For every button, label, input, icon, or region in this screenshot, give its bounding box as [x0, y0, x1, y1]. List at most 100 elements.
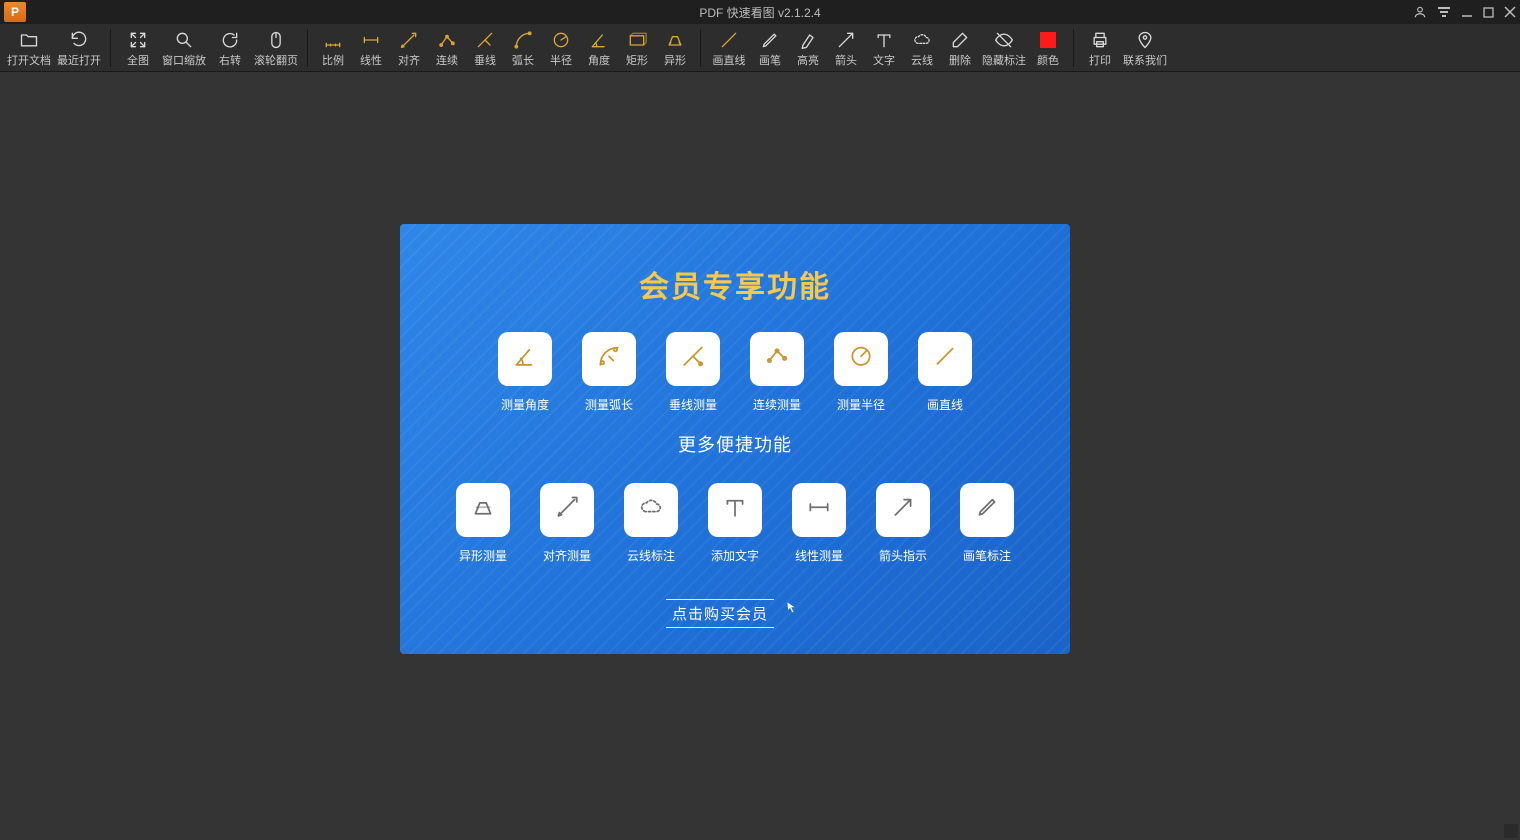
toolbar: 打开文档最近打开 全图窗口缩放右转 滚轮翻页 比例 线性 对齐连续垂线弧长半径角度 矩形 异形…	[0, 24, 1520, 72]
toolbar-pencil[interactable]: 画笔	[751, 24, 789, 72]
p-linear-icon	[792, 483, 846, 537]
toolbar-linear[interactable]: 线性	[352, 24, 390, 72]
hl-icon	[796, 28, 820, 52]
promo-title: 会员专享功能	[400, 224, 1070, 306]
toolbar-arc[interactable]: 弧长	[504, 24, 542, 72]
vip-promo-panel: 会员专享功能 测量角度 测量弧长 垂线测量 连续测量 测量半径 画直线 更多便捷功能 异形…	[400, 224, 1070, 654]
toolbar-label: 矩形	[626, 56, 648, 67]
toolbar-label: 高亮	[797, 56, 819, 67]
promo-row-more: 异形测量 对齐测量 云线标注添加文字线性测量 箭头指示画笔标注	[400, 483, 1070, 564]
promo-subtitle: 更多便捷功能	[400, 431, 1070, 457]
p-align-icon	[540, 483, 594, 537]
promo-tile-p-angle[interactable]: 测量角度	[498, 332, 552, 413]
toolbar-open-file[interactable]: 打开文档	[4, 24, 54, 72]
p-radius-icon	[834, 332, 888, 386]
toolbar-perp[interactable]: 垂线	[466, 24, 504, 72]
promo-tile-p-radius[interactable]: 测量半径	[834, 332, 888, 413]
toolbar-full-view[interactable]: 全图	[117, 24, 159, 72]
app-logo: P	[4, 2, 26, 22]
cont-icon	[435, 28, 459, 52]
toolbar-contact[interactable]: 联系我们	[1120, 24, 1170, 72]
toolbar-arrow[interactable]: 箭头	[827, 24, 865, 72]
promo-tile-p-cont[interactable]: 连续测量	[750, 332, 804, 413]
promo-tile-p-align[interactable]: 对齐测量	[540, 483, 594, 564]
toolbar-irregular[interactable]: 异形	[656, 24, 694, 72]
toolbar-label: 箭头	[835, 56, 857, 67]
toolbar-label: 颜色	[1037, 56, 1059, 67]
toolbar-radius[interactable]: 半径	[542, 24, 580, 72]
p-cloud-icon	[624, 483, 678, 537]
toolbar-label: 打印	[1089, 56, 1111, 67]
toolbar-print[interactable]: 打印	[1080, 24, 1120, 72]
toolbar-text[interactable]: 文字	[865, 24, 903, 72]
user-icon[interactable]	[1413, 5, 1427, 19]
promo-tile-label: 垂线测量	[669, 396, 717, 413]
scale-icon	[321, 28, 345, 52]
promo-tile-label: 线性测量	[795, 547, 843, 564]
toolbar-hide-annot[interactable]: 隐藏标注	[979, 24, 1029, 72]
toolbar-separator	[700, 29, 701, 67]
toolbar-label: 线性	[360, 56, 382, 67]
promo-tile-p-perp[interactable]: 垂线测量	[666, 332, 720, 413]
toolbar-highlight[interactable]: 高亮	[789, 24, 827, 72]
toolbar-label: 最近打开	[57, 56, 101, 67]
promo-tile-p-cloud[interactable]: 云线标注	[624, 483, 678, 564]
arc-icon	[511, 28, 535, 52]
toolbar-delete[interactable]: 删除	[941, 24, 979, 72]
toolbar-label: 角度	[588, 56, 610, 67]
rect-icon	[625, 28, 649, 52]
toolbar-rotate-right[interactable]: 右转	[209, 24, 251, 72]
toolbar-label: 全图	[127, 56, 149, 67]
close-button[interactable]	[1504, 6, 1516, 18]
toolbar-label: 异形	[664, 56, 686, 67]
promo-tile-label: 测量半径	[837, 396, 885, 413]
toolbar-zoom-window[interactable]: 窗口缩放	[159, 24, 209, 72]
angle-icon	[587, 28, 611, 52]
promo-tile-label: 测量弧长	[585, 396, 633, 413]
toolbar-label: 对齐	[398, 56, 420, 67]
toolbar-label: 垂线	[474, 56, 496, 67]
promo-tile-label: 对齐测量	[543, 547, 591, 564]
minimize-button[interactable]	[1461, 6, 1473, 18]
promo-tile-p-text[interactable]: 添加文字	[708, 483, 762, 564]
promo-row-vip: 测量角度 测量弧长 垂线测量 连续测量 测量半径 画直线	[400, 332, 1070, 413]
menu-icon[interactable]	[1437, 7, 1451, 17]
promo-tile-p-irreg[interactable]: 异形测量	[456, 483, 510, 564]
pencil-icon	[758, 28, 782, 52]
promo-tile-p-pencil[interactable]: 画笔标注	[960, 483, 1014, 564]
toolbar-angle[interactable]: 角度	[580, 24, 618, 72]
p-arrow-icon	[876, 483, 930, 537]
toolbar-rect[interactable]: 矩形	[618, 24, 656, 72]
toolbar-cloud[interactable]: 云线	[903, 24, 941, 72]
p-angle-icon	[498, 332, 552, 386]
toolbar-separator	[1073, 29, 1074, 67]
irreg-icon	[663, 28, 687, 52]
toolbar-label: 打开文档	[7, 56, 51, 67]
toolbar-line[interactable]: 画直线	[707, 24, 751, 72]
toolbar-label: 滚轮翻页	[254, 56, 298, 67]
promo-tile-p-arrow[interactable]: 箭头指示	[876, 483, 930, 564]
magnify-icon	[172, 28, 196, 52]
toolbar-label: 画直线	[713, 56, 746, 67]
promo-tile-label: 测量角度	[501, 396, 549, 413]
promo-tile-p-arc[interactable]: 测量弧长	[582, 332, 636, 413]
toolbar-wheel-page[interactable]: 滚轮翻页	[251, 24, 301, 72]
promo-tile-p-linear[interactable]: 线性测量	[792, 483, 846, 564]
p-arc-icon	[582, 332, 636, 386]
toolbar-label: 联系我们	[1123, 56, 1167, 67]
promo-tile-label: 连续测量	[753, 396, 801, 413]
contact-icon	[1133, 28, 1157, 52]
buy-vip-link[interactable]: 点击购买会员	[666, 599, 774, 628]
toolbar-label: 隐藏标注	[982, 56, 1026, 67]
maximize-button[interactable]	[1483, 7, 1494, 18]
toolbar-scale[interactable]: 比例	[314, 24, 352, 72]
promo-tile-p-line[interactable]: 画直线	[918, 332, 972, 413]
toolbar-label: 比例	[322, 56, 344, 67]
toolbar-align[interactable]: 对齐	[390, 24, 428, 72]
p-pencil-icon	[960, 483, 1014, 537]
toolbar-label: 右转	[219, 56, 241, 67]
toolbar-recent[interactable]: 最近打开	[54, 24, 104, 72]
toolbar-continuous[interactable]: 连续	[428, 24, 466, 72]
promo-tile-label: 异形测量	[459, 547, 507, 564]
toolbar-color[interactable]: 颜色	[1029, 24, 1067, 72]
